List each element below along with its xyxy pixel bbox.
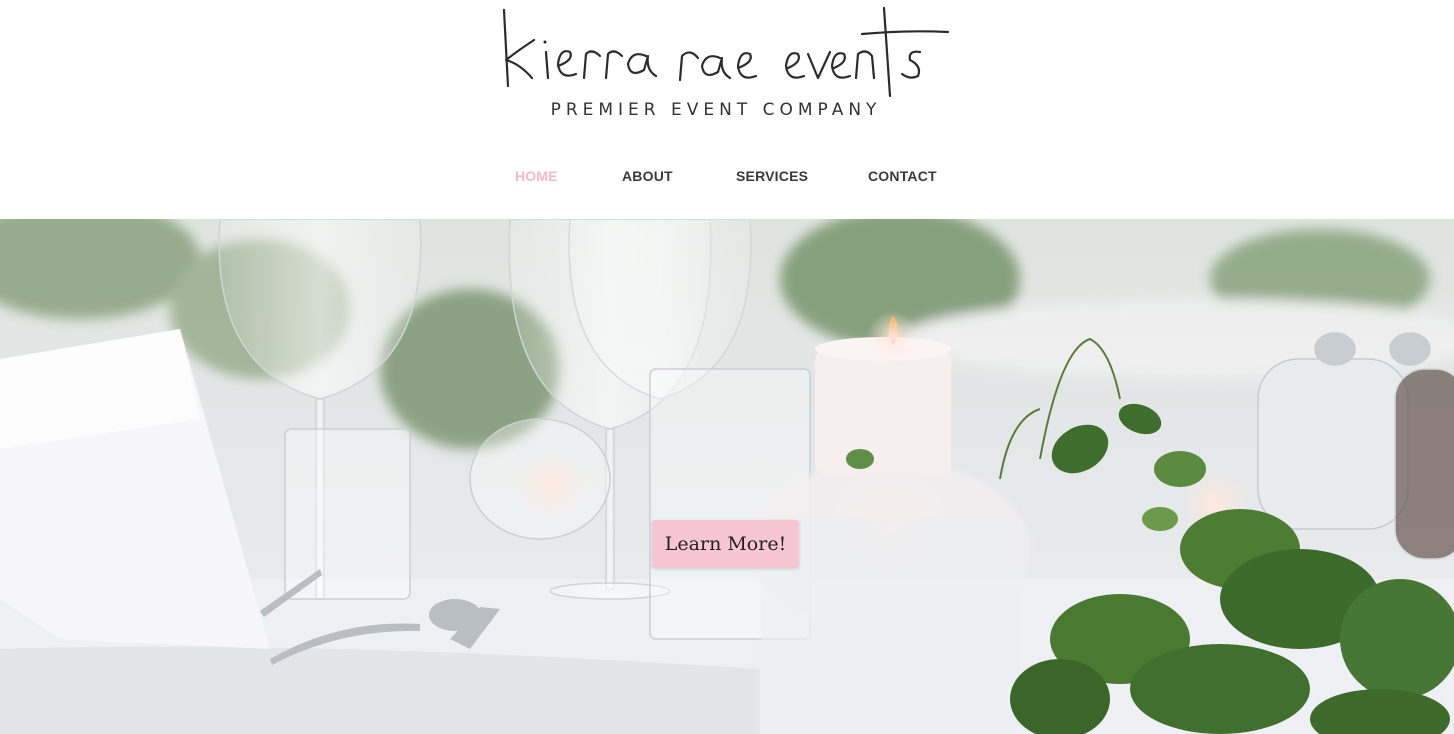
hero-banner: Learn More! [0,219,1454,734]
main-nav: HOME ABOUT SERVICES CONTACT [0,168,1454,188]
site-header: PREMIER EVENT COMPANY HOME ABOUT SERVICE… [0,0,1454,219]
table-setting-photo-icon [0,219,1454,734]
logo-script-icon [502,6,950,98]
nav-item-services[interactable]: SERVICES [736,168,808,184]
nav-item-about[interactable]: ABOUT [622,168,673,184]
nav-item-contact[interactable]: CONTACT [868,168,937,184]
nav-item-home[interactable]: HOME [515,168,558,184]
learn-more-button[interactable]: Learn More! [652,520,799,568]
brand-tagline: PREMIER EVENT COMPANY [550,100,882,120]
